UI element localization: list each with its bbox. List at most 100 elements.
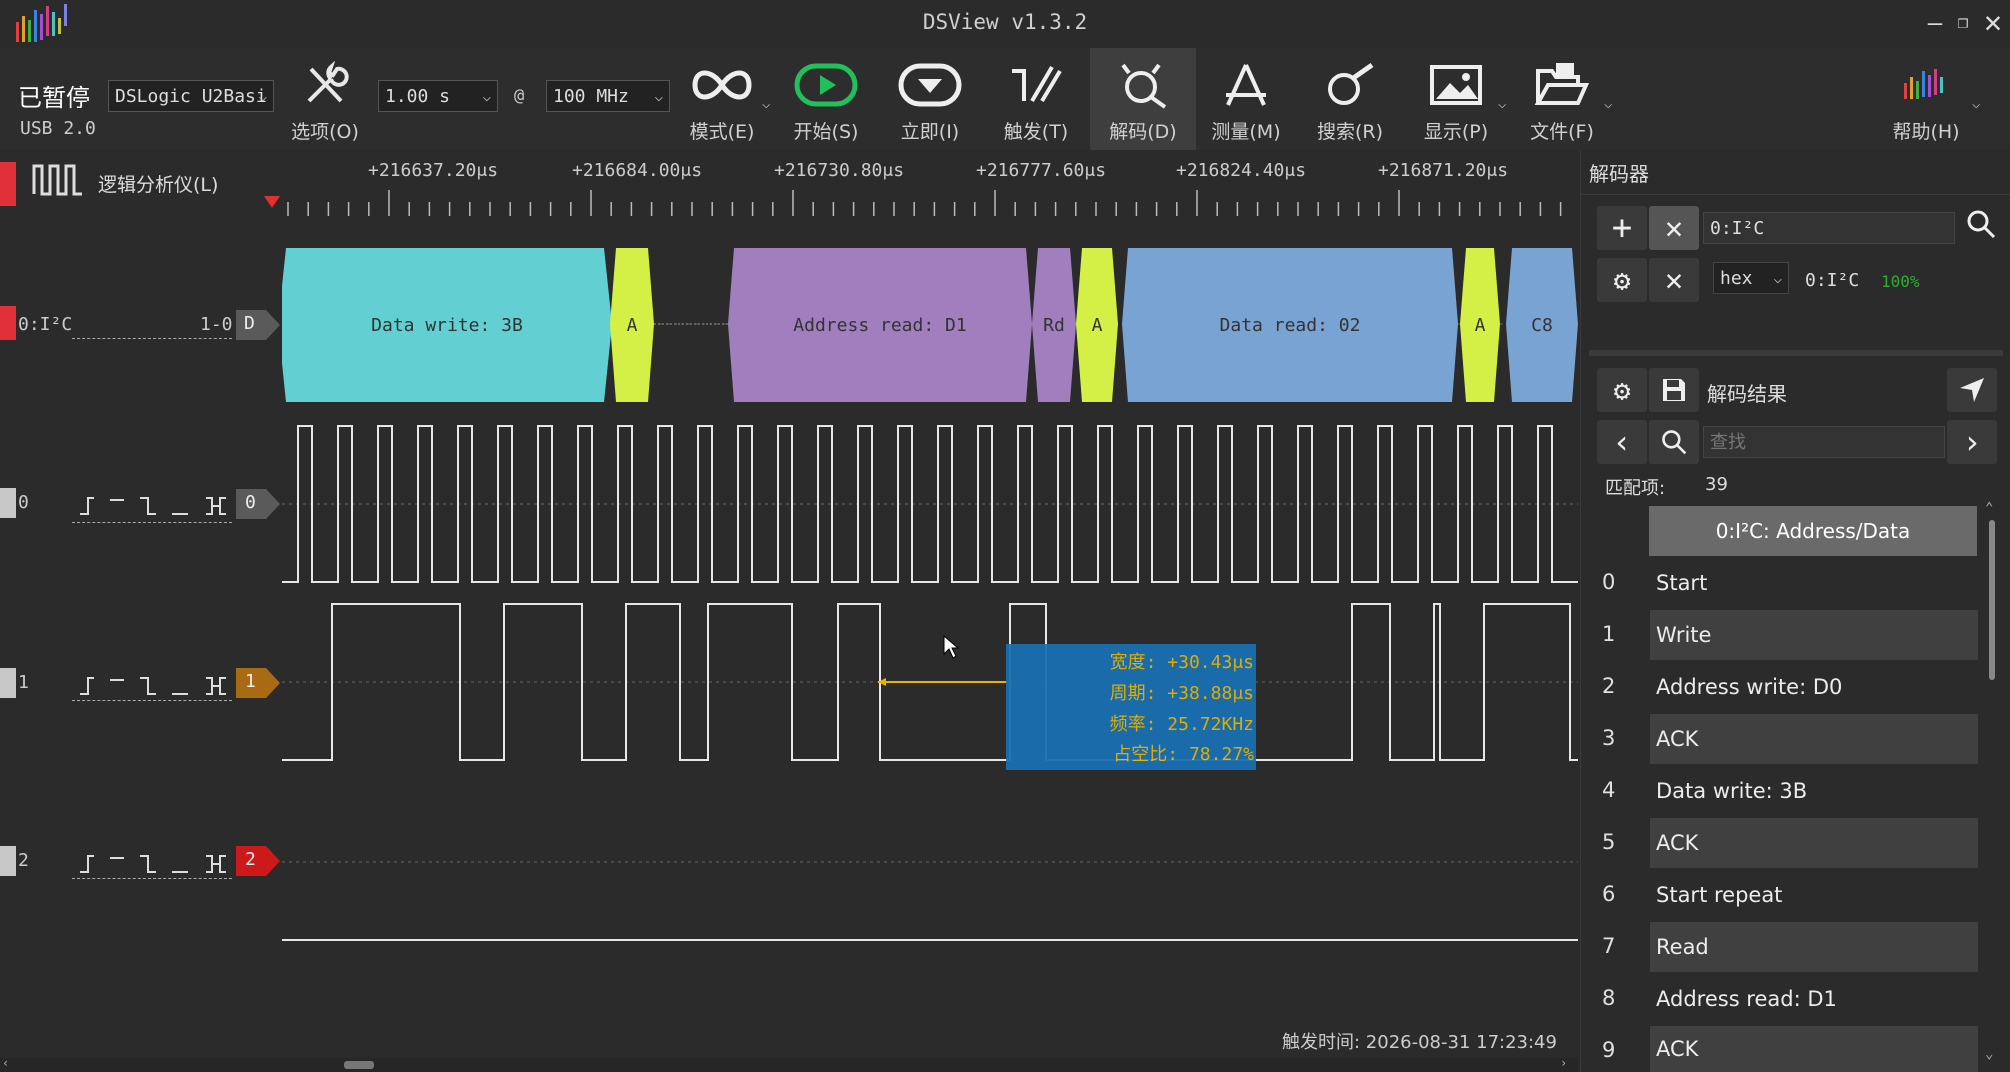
scrollbar-thumb[interactable] [344, 1061, 374, 1069]
measure-label: 测量(M) [1211, 121, 1281, 143]
ch1-tag[interactable]: 1 [236, 668, 280, 698]
tick-label: +216824.40μs [1176, 160, 1307, 181]
options-label: 选项(O) [291, 121, 359, 143]
save-icon [1663, 379, 1685, 401]
horizontal-scrollbar[interactable]: ‹ › [0, 1056, 1578, 1072]
chevron-left-icon: ‹ [1612, 423, 1632, 461]
instant-icon [880, 56, 980, 114]
ch1-index: 1 [18, 672, 29, 693]
result-text: Write [1650, 610, 1978, 660]
decoder-status-name: 0:I²C [1805, 270, 1860, 291]
ch1-trigger-icons [80, 677, 226, 695]
result-row[interactable]: 5 ACK [1590, 818, 1980, 868]
search-button[interactable]: 搜索(R) [1300, 48, 1400, 150]
trigger-button[interactable]: 触发(T) [986, 48, 1086, 150]
samplerate-select[interactable]: 100 MHz ⌵ [546, 80, 670, 112]
search-icon [1662, 430, 1687, 455]
result-index: 6 [1602, 882, 1616, 906]
prev-match-button[interactable]: ‹ [1597, 420, 1647, 464]
toolbar: 已暂停 USB 2.0 DSLogic U2Basi ⌵ 选项(O) 1.00 s… [0, 48, 2010, 150]
device-select[interactable]: DSLogic U2Basi ⌵ [108, 80, 274, 112]
ch2-underline [72, 878, 232, 879]
decode-text: Data write: 3B [371, 314, 523, 336]
group-marker [0, 162, 16, 206]
result-row[interactable]: 8 Address read: D1 [1590, 974, 1980, 1024]
result-row[interactable]: 3 ACK [1590, 714, 1980, 764]
results-settings-button[interactable]: ⚙ [1597, 368, 1647, 412]
decode-text: Rd [1043, 314, 1065, 336]
decode-icon [1090, 56, 1196, 114]
search-label: 搜索(R) [1316, 121, 1384, 143]
measure-button[interactable]: 测量(M) [1196, 48, 1296, 150]
device-select-value: DSLogic U2Basi [115, 86, 267, 107]
trigger-label: 触发(T) [1003, 121, 1069, 143]
result-text: Start repeat [1656, 883, 1783, 907]
wrench-icon [275, 56, 375, 114]
help-button[interactable]: 帮助(H) ⌵ [1876, 48, 1980, 150]
usb-status: USB 2.0 [20, 118, 96, 139]
close-icon[interactable]: ✕ [1978, 8, 2008, 38]
decoder-search-input[interactable]: 0:I²C [1703, 212, 1955, 244]
result-text: Start [1656, 571, 1708, 595]
decoder-tag[interactable]: D [236, 310, 280, 340]
results-column-header[interactable]: 0:I²C: Address/Data [1649, 506, 1977, 556]
file-button[interactable]: 文件(F) ⌵ [1512, 48, 1612, 150]
folder-icon [1512, 56, 1612, 114]
measure-duty: 占空比: 78.27% [1113, 744, 1254, 765]
display-icon [1406, 56, 1506, 114]
decode-button[interactable]: 解码(D) [1090, 48, 1196, 150]
result-row[interactable]: 7 Read [1590, 922, 1980, 972]
format-select[interactable]: hex ⌵ [1713, 262, 1789, 294]
ch1-marker [0, 668, 16, 698]
search-results-button[interactable] [1649, 420, 1699, 464]
measure-width: 宽度: +30.43μs [1109, 652, 1254, 673]
ch1-underline [72, 700, 232, 701]
measure-frequency: 频率: 25.72KHz [1109, 714, 1254, 735]
result-index: 2 [1602, 674, 1616, 698]
result-text: ACK [1650, 818, 1978, 868]
duration-select[interactable]: 1.00 s ⌵ [378, 80, 498, 112]
instant-button[interactable]: 立即(I) [880, 48, 980, 150]
remove-all-decoders-button[interactable]: ✕ [1649, 206, 1699, 250]
measure-period: 周期: +38.88μs [1109, 683, 1254, 704]
tick-label: +216684.00μs [572, 160, 703, 181]
ch0-tag[interactable]: 0 [236, 489, 280, 519]
navigate-icon [1960, 378, 1984, 402]
chevron-down-icon: ⌵ [762, 96, 771, 112]
result-row[interactable]: 9 ACK [1590, 1026, 1980, 1072]
display-button[interactable]: 显示(P) ⌵ [1406, 48, 1506, 150]
scroll-down-icon[interactable]: ⌄ [1985, 1046, 1993, 1062]
mode-button[interactable]: 模式(E) ⌵ [672, 48, 772, 150]
result-row[interactable]: 0 Start [1590, 558, 1980, 608]
capture-status: 已暂停 [18, 84, 90, 112]
result-index: 8 [1602, 986, 1616, 1010]
search-icon[interactable] [1965, 208, 1997, 244]
result-row[interactable]: 6 Start repeat [1590, 870, 1980, 920]
scrollbar-thumb[interactable] [1989, 520, 1995, 680]
waveform-view[interactable]: Data write: 3B A Address read: D1 Rd A D… [278, 230, 1578, 1060]
minimize-icon[interactable]: – [1920, 8, 1950, 38]
goto-button[interactable] [1947, 368, 1997, 412]
restore-icon[interactable]: ❐ [1948, 8, 1978, 38]
gear-icon: ⚙ [1613, 373, 1631, 407]
results-search-input[interactable] [1703, 426, 1945, 458]
decoder-settings-button[interactable]: ⚙ [1597, 258, 1647, 302]
result-row[interactable]: 1 Write [1590, 610, 1980, 660]
options-button[interactable]: 选项(O) [275, 48, 375, 150]
add-decoder-button[interactable]: + [1597, 206, 1647, 250]
result-row[interactable]: 4 Data write: 3B [1590, 766, 1980, 816]
scroll-left-icon[interactable]: ‹ [2, 1056, 9, 1070]
decode-text: A [1474, 314, 1486, 336]
start-button[interactable]: 开始(S) [776, 48, 876, 150]
save-results-button[interactable] [1649, 368, 1699, 412]
scroll-up-icon[interactable]: ⌃ [1985, 500, 1993, 516]
result-text: Address read: D1 [1656, 987, 1837, 1011]
results-scrollbar[interactable]: ⌃ ⌄ [1985, 500, 1999, 1072]
ch2-tag[interactable]: 2 [236, 846, 280, 876]
instant-label: 立即(I) [900, 121, 960, 143]
remove-decoder-button[interactable]: ✕ [1649, 258, 1699, 302]
next-match-button[interactable]: › [1947, 420, 1997, 464]
scroll-right-icon[interactable]: › [1560, 1056, 1567, 1070]
decoder-underline [72, 338, 232, 339]
result-row[interactable]: 2 Address write: D0 [1590, 662, 1980, 712]
